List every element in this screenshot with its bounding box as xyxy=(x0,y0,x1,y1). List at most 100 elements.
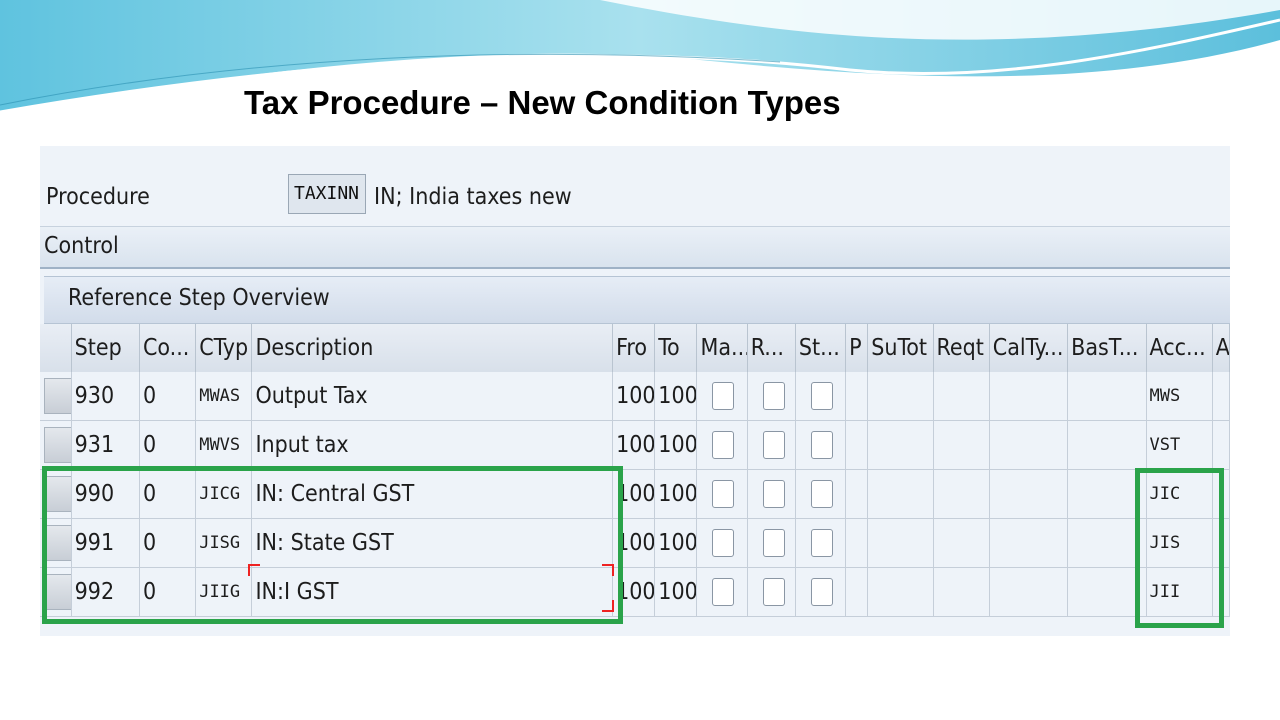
statistical-checkbox[interactable] xyxy=(810,578,833,606)
cell-print[interactable] xyxy=(845,567,869,617)
required-checkbox[interactable] xyxy=(762,529,785,557)
column-header-subtotal[interactable]: SuTot xyxy=(867,324,934,372)
cell-requirement[interactable] xyxy=(933,567,990,617)
cell-subtotal[interactable] xyxy=(867,469,934,519)
slide-title: Tax Procedure – New Condition Types xyxy=(244,84,841,121)
cell-required[interactable] xyxy=(747,518,796,568)
cell-print[interactable] xyxy=(845,420,869,470)
cell-statistical[interactable] xyxy=(795,372,847,421)
cell-statistical[interactable] xyxy=(795,518,847,568)
required-checkbox[interactable] xyxy=(762,431,785,459)
required-checkbox[interactable] xyxy=(762,578,785,606)
column-header-requirement[interactable]: Reqt xyxy=(933,324,990,372)
cell-requirement[interactable] xyxy=(933,420,990,470)
column-header-ctyp[interactable]: CTyp xyxy=(195,324,253,372)
column-header-to[interactable]: To xyxy=(654,324,698,372)
cell-subtotal[interactable] xyxy=(867,567,934,617)
cell-description[interactable]: Input tax xyxy=(251,420,614,470)
cell-required[interactable] xyxy=(747,469,796,519)
required-checkbox[interactable] xyxy=(762,480,785,508)
column-header-required[interactable]: R... xyxy=(747,324,796,372)
cell-requirement[interactable] xyxy=(933,469,990,519)
column-header-manual[interactable]: Ma... xyxy=(696,324,748,372)
cell-base-type[interactable] xyxy=(1067,372,1147,421)
cell-from[interactable]: 100 xyxy=(612,420,656,470)
cell-subtotal[interactable] xyxy=(867,420,934,470)
row-selector[interactable] xyxy=(40,372,72,421)
statistical-checkbox[interactable] xyxy=(810,382,833,410)
reference-step-overview-header: Reference Step Overview xyxy=(44,276,1230,324)
cell-required[interactable] xyxy=(747,372,796,421)
statistical-checkbox[interactable] xyxy=(810,431,833,459)
cell-manual[interactable] xyxy=(696,420,748,470)
cell-account-key[interactable]: MWS xyxy=(1146,372,1213,421)
column-header-accruals[interactable]: A xyxy=(1212,324,1231,372)
column-header-counter[interactable]: Co... xyxy=(139,324,197,372)
procedure-input[interactable]: TAXINN xyxy=(288,174,366,214)
cell-ctyp[interactable]: MWVS xyxy=(195,420,253,470)
cell-counter[interactable]: 0 xyxy=(139,372,197,421)
cell-requirement[interactable] xyxy=(933,518,990,568)
cell-required[interactable] xyxy=(747,567,796,617)
cell-print[interactable] xyxy=(845,372,869,421)
cell-calc-type[interactable] xyxy=(989,372,1069,421)
row-selector[interactable] xyxy=(40,420,72,470)
column-header-step[interactable]: Step xyxy=(71,324,140,372)
cell-subtotal[interactable] xyxy=(867,518,934,568)
cell-to[interactable]: 100 xyxy=(654,567,698,617)
cell-calc-type[interactable] xyxy=(989,567,1069,617)
control-section-header[interactable]: Control xyxy=(40,226,1230,269)
cell-statistical[interactable] xyxy=(795,420,847,470)
column-header-from[interactable]: Fro xyxy=(612,324,656,372)
manual-checkbox[interactable] xyxy=(712,529,735,557)
column-header-base-type[interactable]: BasT... xyxy=(1067,324,1147,372)
cell-base-type[interactable] xyxy=(1067,420,1147,470)
cell-to[interactable]: 100 xyxy=(654,469,698,519)
cell-accruals[interactable] xyxy=(1212,372,1231,421)
select-all-header[interactable] xyxy=(40,324,72,372)
manual-checkbox[interactable] xyxy=(712,578,735,606)
procedure-description: IN; India taxes new xyxy=(374,184,572,210)
cell-statistical[interactable] xyxy=(795,567,847,617)
cell-accruals[interactable] xyxy=(1212,420,1231,470)
column-header-description[interactable]: Description xyxy=(251,324,614,372)
cell-from[interactable]: 100 xyxy=(612,372,656,421)
cell-description[interactable]: Output Tax xyxy=(251,372,614,421)
cell-account-key[interactable]: VST xyxy=(1146,420,1213,470)
column-header-calc-type[interactable]: CalTy... xyxy=(989,324,1069,372)
cell-to[interactable]: 100 xyxy=(654,372,698,421)
cell-calc-type[interactable] xyxy=(989,469,1069,519)
cell-requirement[interactable] xyxy=(933,372,990,421)
cell-to[interactable]: 100 xyxy=(654,518,698,568)
cell-step[interactable]: 931 xyxy=(71,420,140,470)
cell-manual[interactable] xyxy=(696,567,748,617)
cell-print[interactable] xyxy=(845,518,869,568)
cell-manual[interactable] xyxy=(696,372,748,421)
manual-checkbox[interactable] xyxy=(712,431,735,459)
column-header-print[interactable]: P xyxy=(845,324,869,372)
table-row[interactable]: 931 0 MWVS Input tax 100 100 VST xyxy=(40,420,1231,470)
account-keys-highlight xyxy=(1135,468,1224,628)
cell-required[interactable] xyxy=(747,420,796,470)
cell-statistical[interactable] xyxy=(795,469,847,519)
column-header-statistical[interactable]: St... xyxy=(795,324,847,372)
cell-calc-type[interactable] xyxy=(989,518,1069,568)
statistical-checkbox[interactable] xyxy=(810,529,833,557)
table-row[interactable]: 930 0 MWAS Output Tax 100 100 MWS xyxy=(40,372,1231,421)
cell-subtotal[interactable] xyxy=(867,372,934,421)
sap-screen: Procedure TAXINN IN; India taxes new Con… xyxy=(40,146,1240,636)
column-header-account-key[interactable]: Acc... xyxy=(1146,324,1213,372)
cell-counter[interactable]: 0 xyxy=(139,420,197,470)
required-checkbox[interactable] xyxy=(762,382,785,410)
manual-checkbox[interactable] xyxy=(712,480,735,508)
statistical-checkbox[interactable] xyxy=(810,480,833,508)
cell-print[interactable] xyxy=(845,469,869,519)
cell-to[interactable]: 100 xyxy=(654,420,698,470)
cell-calc-type[interactable] xyxy=(989,420,1069,470)
cell-manual[interactable] xyxy=(696,518,748,568)
cell-step[interactable]: 930 xyxy=(71,372,140,421)
manual-checkbox[interactable] xyxy=(712,382,735,410)
cell-ctyp[interactable]: MWAS xyxy=(195,372,253,421)
control-label: Control xyxy=(44,233,119,259)
cell-manual[interactable] xyxy=(696,469,748,519)
